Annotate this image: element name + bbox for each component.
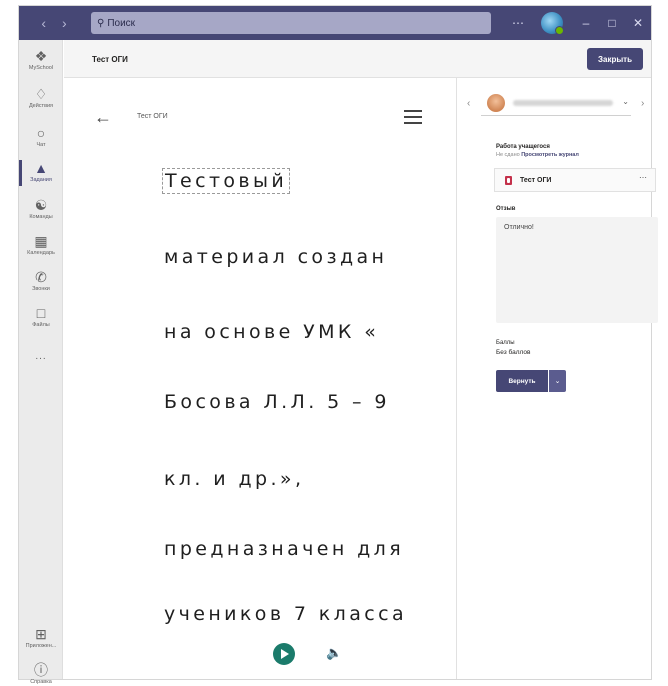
chat-icon: ○ xyxy=(36,125,46,141)
doc-text-line: Босова Л.Л. 5 – 9 xyxy=(164,391,390,413)
title-bar: ‹ › ⚲ Поиск ⋯ – □ ✕ xyxy=(19,6,651,40)
teams-window: ‹ › ⚲ Поиск ⋯ – □ ✕ ❖ MySchool ♢ Действи… xyxy=(18,5,658,685)
return-button[interactable]: Вернуть xyxy=(496,370,548,392)
rail-label: Чат xyxy=(36,142,46,148)
play-button[interactable] xyxy=(273,643,295,665)
search-input[interactable]: ⚲ Поиск xyxy=(91,12,491,34)
doc-text-line: Тестовый xyxy=(162,168,291,194)
doc-text-line: предназначен для xyxy=(164,538,405,560)
maximize-icon[interactable]: □ xyxy=(599,16,625,30)
rail-item-assignments[interactable]: ▲ Задания xyxy=(19,160,63,186)
apps-icon: ⊞ xyxy=(35,626,47,642)
phone-icon: ✆ xyxy=(35,269,47,285)
doc-text-line: учеников 7 класса xyxy=(164,603,407,625)
rail-item-calendar[interactable]: ▦ Календарь xyxy=(19,233,63,256)
grading-panel: ‹ ⌄ › Работа учащегося Не сдано Просмотр… xyxy=(456,78,658,679)
search-placeholder: Поиск xyxy=(107,17,136,29)
chevron-left-icon[interactable]: ‹ xyxy=(467,98,470,109)
more-options-icon[interactable]: ⋯ xyxy=(639,173,647,182)
chevron-down-icon[interactable]: ⌄ xyxy=(549,370,566,392)
rail-label: Календарь xyxy=(27,250,55,256)
app-rail: ❖ MySchool ♢ Действия ○ Чат ▲ Задания ☯ … xyxy=(19,40,63,685)
rail-label: Файлы xyxy=(32,322,50,328)
window-controls: ⋯ – □ ✕ xyxy=(505,6,651,40)
rail-item-activity[interactable]: ♢ Действия xyxy=(19,86,63,109)
close-button[interactable]: Закрыть xyxy=(587,48,643,70)
feedback-label: Отзыв xyxy=(496,206,516,212)
doc-text-line: кл. и др.», xyxy=(164,468,305,490)
minimize-icon[interactable]: – xyxy=(573,16,599,30)
assignment-header: Тест ОГИ Закрыть xyxy=(64,40,651,78)
hamburger-menu-icon[interactable] xyxy=(404,110,422,128)
calendar-icon: ▦ xyxy=(34,233,48,249)
doc-text-line: материал создан xyxy=(164,246,388,268)
profile-avatar[interactable] xyxy=(541,12,564,35)
close-icon[interactable]: ✕ xyxy=(625,16,651,30)
school-icon: ❖ xyxy=(34,48,48,64)
file-icon: □ xyxy=(36,305,46,321)
back-arrow-icon[interactable]: ‹ xyxy=(41,15,46,31)
rail-item-teams[interactable]: ☯ Команды xyxy=(19,197,63,220)
rail-label: MySchool xyxy=(28,65,54,71)
view-journal-link[interactable]: Просмотреть журнал xyxy=(521,152,579,158)
rail-label: Звонки xyxy=(32,286,50,292)
history-nav: ‹ › xyxy=(19,15,89,31)
page-title: Тест ОГИ xyxy=(92,55,128,64)
rail-label: Приложен... xyxy=(25,643,57,649)
attached-file[interactable]: Тест ОГИ ⋯ xyxy=(494,168,656,192)
speaker-icon[interactable]: 🔈 xyxy=(326,645,342,661)
rail-item-myschool[interactable]: ❖ MySchool xyxy=(19,48,63,71)
teams-icon: ☯ xyxy=(34,197,48,213)
rail-item-chat[interactable]: ○ Чат xyxy=(19,125,63,148)
more-icon[interactable]: ⋯ xyxy=(505,16,531,30)
student-selector[interactable]: ⌄ xyxy=(481,90,631,116)
forward-arrow-icon[interactable]: › xyxy=(62,15,67,31)
doc-text-line: на основе УМК « xyxy=(164,321,380,343)
student-name-blurred xyxy=(513,99,613,106)
rail-label: Команды xyxy=(29,214,53,220)
help-icon: ⓘ xyxy=(34,662,48,678)
bell-icon: ♢ xyxy=(34,86,48,102)
rail-item-apps[interactable]: ⊞ Приложен... xyxy=(19,626,63,649)
assignments-icon: ▲ xyxy=(34,160,48,176)
points-label: Баллы xyxy=(496,340,515,346)
document-viewer: ← Тест ОГИ Тестовый материал создан на о… xyxy=(64,78,476,679)
rail-item-files[interactable]: □ Файлы xyxy=(19,305,63,328)
search-icon: ⚲ xyxy=(97,17,105,29)
feedback-textarea[interactable]: Отлично! xyxy=(496,217,658,323)
back-arrow-icon[interactable]: ← xyxy=(94,107,112,128)
points-value[interactable]: Без баллов xyxy=(496,349,530,356)
rail-label: Задания xyxy=(30,177,52,183)
work-status-line: Не сдано Просмотреть журнал xyxy=(496,152,579,158)
chevron-down-icon: ⌄ xyxy=(622,97,629,106)
work-status: Не сдано xyxy=(496,152,520,158)
student-work-label: Работа учащегося xyxy=(496,144,550,150)
more-apps-ellipsis[interactable]: ... xyxy=(19,351,63,362)
return-button-group: Вернуть ⌄ xyxy=(496,370,566,392)
rail-label: Справка xyxy=(30,679,52,685)
rail-item-calls[interactable]: ✆ Звонки xyxy=(19,269,63,292)
chevron-right-icon[interactable]: › xyxy=(641,98,644,109)
document-name: Тест ОГИ xyxy=(137,113,168,120)
document-icon xyxy=(505,175,512,185)
student-avatar xyxy=(487,93,505,112)
rail-item-help[interactable]: ⓘ Справка xyxy=(19,662,63,685)
rail-label: Действия xyxy=(28,103,54,109)
file-name: Тест ОГИ xyxy=(520,176,552,184)
